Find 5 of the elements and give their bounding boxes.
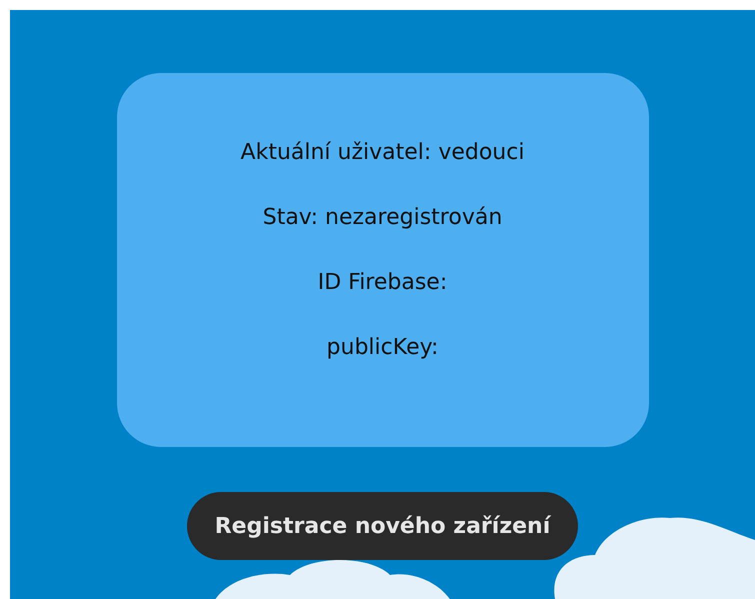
info-text: Aktuální uživatel: vedouci bbox=[240, 139, 524, 167]
info-text: publicKey: bbox=[326, 334, 438, 362]
info-text: ID Firebase: bbox=[318, 269, 448, 297]
info-text: Stav: nezaregistrován bbox=[262, 204, 502, 232]
register-button[interactable]: Registrace nového zařízení bbox=[186, 492, 578, 560]
